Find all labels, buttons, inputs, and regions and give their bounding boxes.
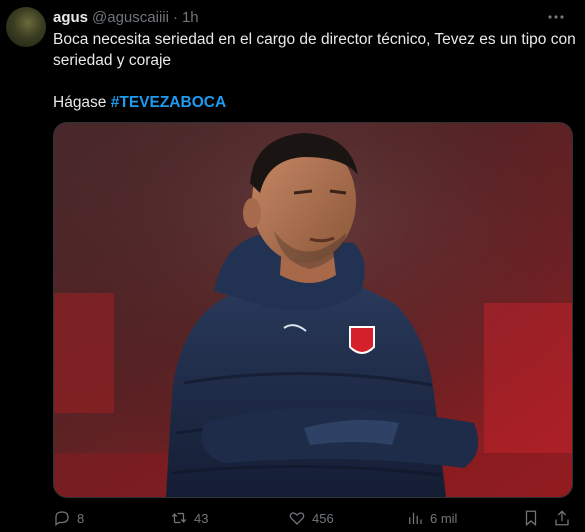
reply-count: 8	[77, 510, 85, 526]
reply-button[interactable]: 8	[53, 507, 84, 529]
more-icon[interactable]	[545, 7, 567, 27]
like-count: 456	[312, 510, 334, 526]
heart-icon	[289, 512, 305, 525]
views-chart-icon	[409, 512, 422, 524]
separator-dot: ·	[172, 8, 178, 26]
tweet-text-line2: Hágase #TEVEZABOCA	[53, 92, 578, 113]
reply-icon	[55, 511, 69, 527]
share-icon	[555, 510, 569, 526]
like-button[interactable]: 456	[288, 507, 334, 529]
photo-of-coach-in-padded-jacket	[54, 123, 572, 497]
author-name[interactable]: agus	[53, 9, 88, 26]
tweet-photo[interactable]	[53, 122, 573, 498]
retweet-button[interactable]: 43	[170, 507, 208, 529]
tweet-time[interactable]: 1h	[182, 9, 199, 26]
author-handle[interactable]: @aguscaiiii	[92, 9, 169, 26]
bookmark-icon	[525, 510, 537, 527]
tweet-text: Boca necesita seriedad en el cargo de di…	[53, 29, 578, 113]
tweet[interactable]: agus @aguscaiiii · 1h Boca necesita seri…	[0, 0, 585, 532]
more-dots-icon	[548, 15, 564, 19]
share-button[interactable]	[553, 507, 571, 529]
author-avatar[interactable]	[6, 7, 46, 47]
views-count: 6 mil	[430, 510, 458, 526]
retweet-icon	[171, 512, 187, 524]
tweet-text-line1: Boca necesita seriedad en el cargo de di…	[53, 31, 576, 69]
hashtag-link[interactable]: #TEVEZABOCA	[111, 94, 226, 111]
retweet-count: 43	[194, 510, 209, 526]
tweet-text-prefix: Hágase	[53, 94, 111, 111]
bookmark-button[interactable]	[522, 507, 540, 529]
tweet-actions: 8 43 456 6 mil	[53, 507, 578, 529]
views-button[interactable]: 6 mil	[406, 507, 457, 529]
tweet-header: agus @aguscaiiii · 1h	[53, 7, 199, 27]
